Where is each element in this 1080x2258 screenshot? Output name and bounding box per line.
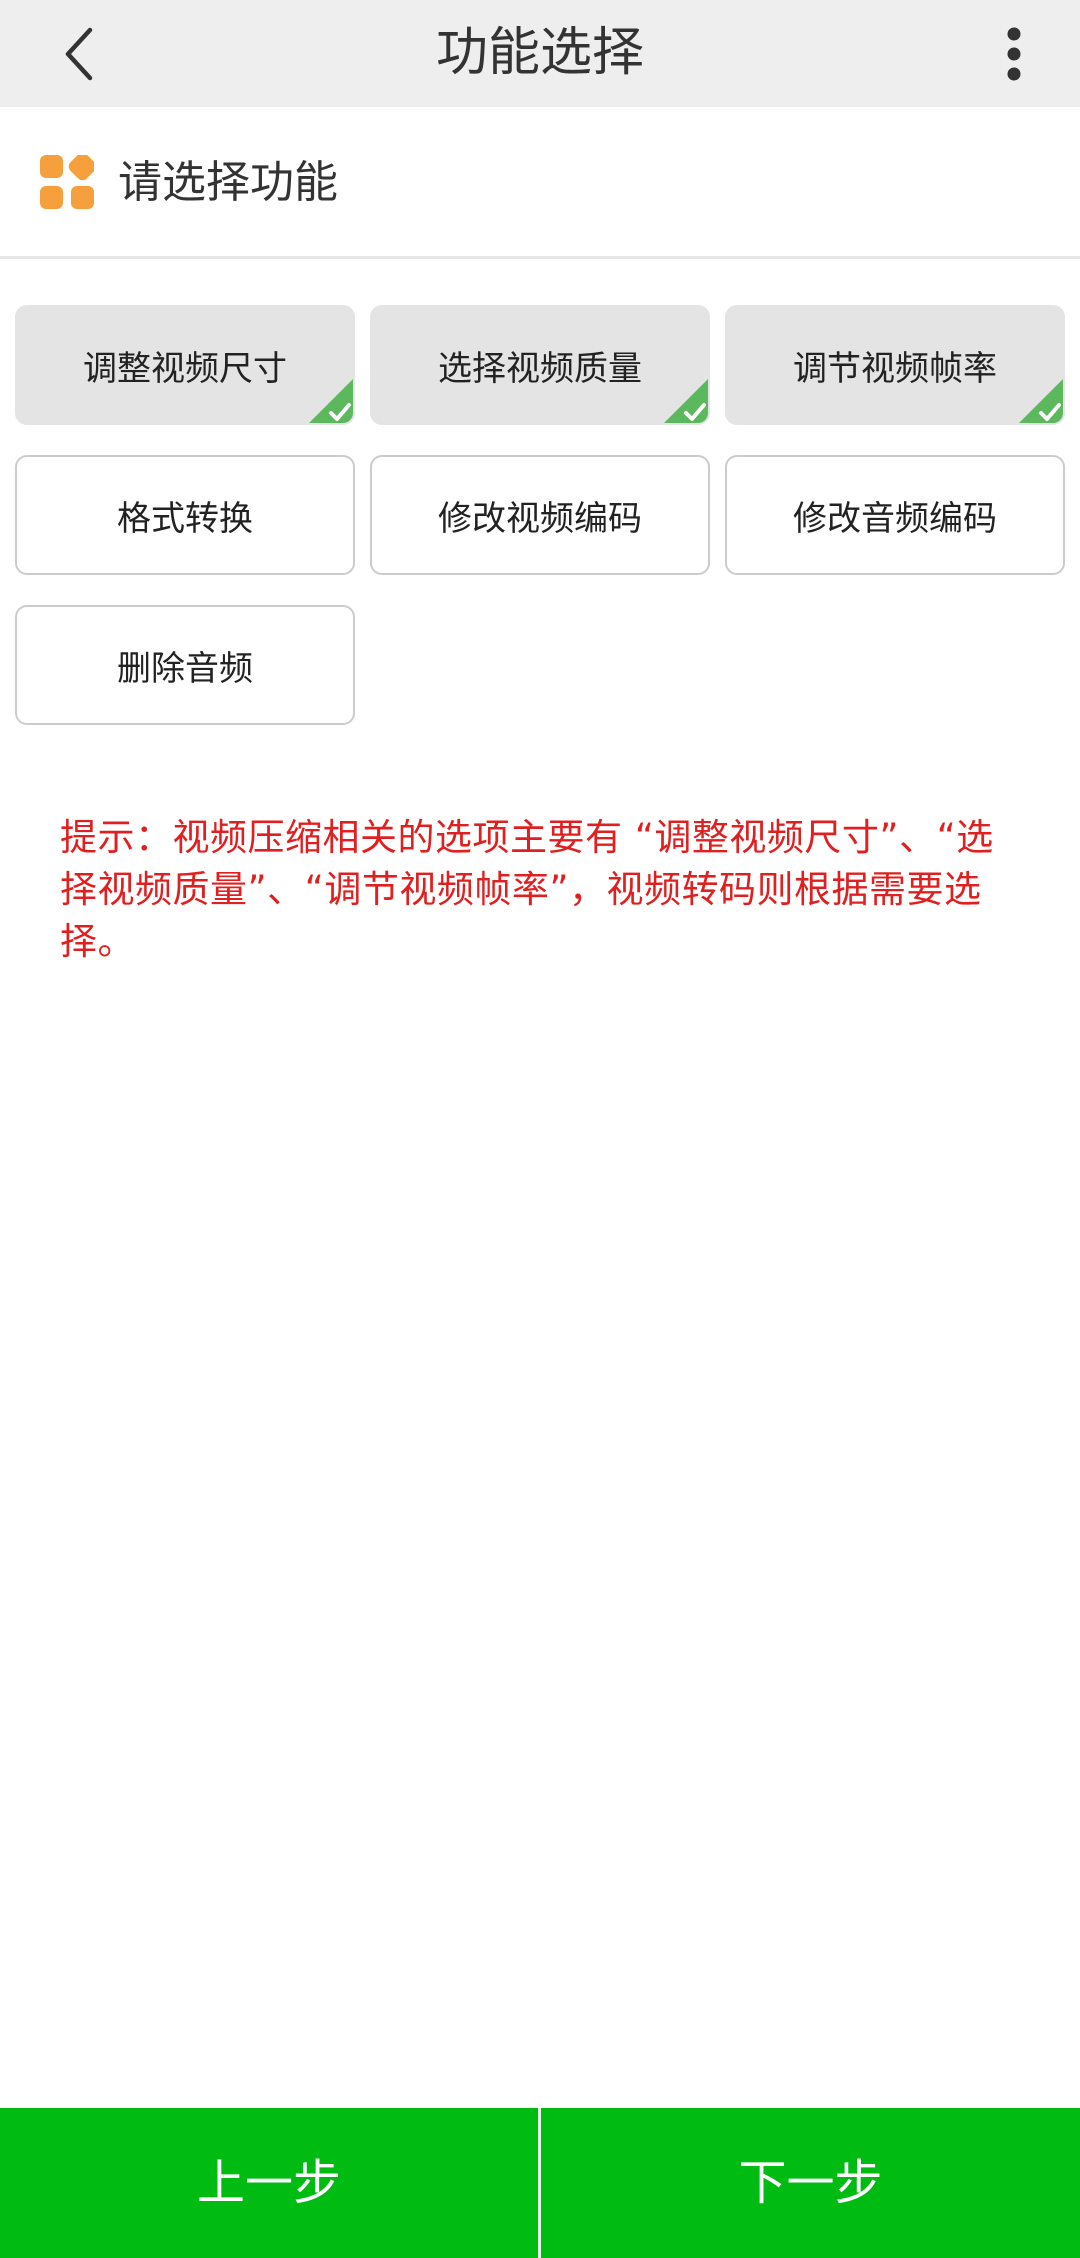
option-label: 选择视频质量 <box>438 348 642 389</box>
option-video-codec[interactable]: 修改视频编码 <box>370 455 710 575</box>
check-corner-icon <box>1019 379 1063 423</box>
option-label: 格式转换 <box>117 498 253 539</box>
option-label: 修改音频编码 <box>793 498 997 539</box>
app-screen: 功能选择 请选择功能 调整视频尺寸 选择视频质量 调节视频帧率 格式转换 修改视… <box>0 0 1080 2258</box>
option-label: 修改视频编码 <box>438 498 642 539</box>
bottom-action-bar: 上一步 下一步 <box>0 2108 1080 2258</box>
hint-text: 提示：视频压缩相关的选项主要有 “调整视频尺寸”、“选择视频质量”、“调节视频帧… <box>60 816 994 963</box>
option-format-convert[interactable]: 格式转换 <box>15 455 355 575</box>
top-app-bar: 功能选择 <box>0 0 1080 107</box>
option-resize-video[interactable]: 调整视频尺寸 <box>15 305 355 425</box>
option-remove-audio[interactable]: 删除音频 <box>15 605 355 725</box>
grid-apps-icon <box>40 155 94 209</box>
option-label: 调整视频尺寸 <box>83 348 287 389</box>
section-title: 请选择功能 <box>118 157 338 208</box>
previous-step-button[interactable]: 上一步 <box>0 2108 538 2258</box>
check-corner-icon <box>664 379 708 423</box>
page-title: 功能选择 <box>435 23 644 83</box>
next-step-button[interactable]: 下一步 <box>541 2108 1080 2258</box>
more-vertical-icon <box>1007 27 1021 81</box>
option-video-quality[interactable]: 选择视频质量 <box>370 305 710 425</box>
more-options-button[interactable] <box>984 14 1044 94</box>
option-label: 删除音频 <box>117 648 253 689</box>
option-frame-rate[interactable]: 调节视频帧率 <box>725 305 1065 425</box>
section-header: 请选择功能 <box>0 107 1080 259</box>
option-label: 调节视频帧率 <box>793 348 997 389</box>
check-corner-icon <box>309 379 353 423</box>
option-audio-codec[interactable]: 修改音频编码 <box>725 455 1065 575</box>
